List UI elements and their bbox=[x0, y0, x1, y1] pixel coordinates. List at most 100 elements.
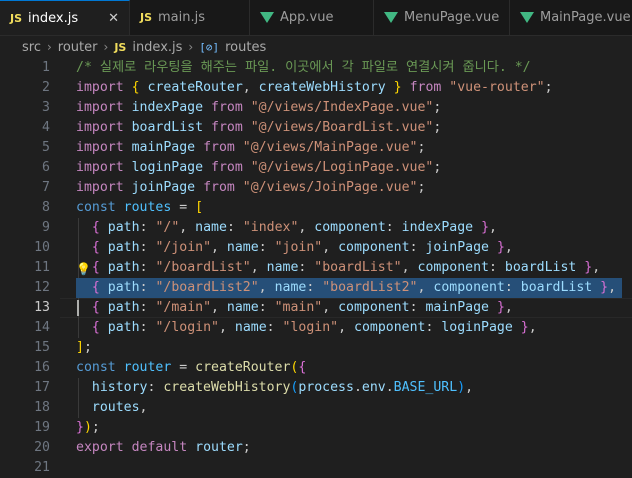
code-token: indexPage bbox=[131, 100, 204, 115]
code-editor[interactable]: 1 /* 실제로 라우팅을 해주는 파일. 이곳에서 각 파일로 연결시켜 줍니다… bbox=[0, 58, 632, 475]
code-token: component bbox=[314, 220, 386, 235]
code-token: . bbox=[385, 380, 394, 395]
code-token: , bbox=[489, 220, 497, 235]
code-token: component bbox=[417, 260, 489, 275]
lightbulb-icon[interactable]: 💡 bbox=[76, 259, 91, 279]
code-line[interactable]: 1 /* 실제로 라우팅을 해주는 파일. 이곳에서 각 파일로 연결시켜 줍니다… bbox=[0, 58, 632, 78]
code-line[interactable]: 10 { path: "/join", name: "join", compon… bbox=[0, 238, 632, 258]
code-token: { bbox=[91, 220, 100, 235]
code-text: ]; bbox=[76, 338, 92, 358]
close-icon[interactable]: ✕ bbox=[108, 11, 119, 26]
tab-main-js[interactable]: JS main.js bbox=[130, 0, 250, 35]
code-token: path bbox=[107, 300, 140, 315]
code-token: ; bbox=[242, 440, 251, 455]
javascript-file-icon: JS bbox=[10, 11, 23, 25]
code-line[interactable]: 14 { path: "/login", name: "login", comp… bbox=[0, 318, 632, 338]
code-line[interactable]: 6 import loginPage from "@/views/LoginPag… bbox=[0, 158, 632, 178]
code-text: { path: "/boardList", name: "boardList",… bbox=[76, 258, 600, 278]
code-token: { bbox=[91, 300, 100, 315]
code-token: : bbox=[306, 280, 323, 295]
code-token: router bbox=[195, 440, 243, 455]
tab-mainpage-vue[interactable]: MainPage.vue bbox=[510, 0, 632, 35]
breadcrumb-src[interactable]: src bbox=[22, 40, 41, 55]
code-token: . bbox=[353, 380, 362, 395]
line-number: 6 bbox=[42, 160, 50, 175]
code-token: , bbox=[211, 300, 227, 315]
code-line[interactable]: 19}); bbox=[0, 418, 632, 438]
code-line[interactable]: 15]; bbox=[0, 338, 632, 358]
breadcrumb-file[interactable]: index.js bbox=[132, 40, 182, 55]
code-token: , bbox=[322, 300, 339, 315]
code-token: } bbox=[76, 420, 84, 435]
code-token: component bbox=[338, 240, 410, 255]
code-token: ; bbox=[417, 180, 426, 195]
code-line[interactable]: 4 import boardList from "@/views/BoardLis… bbox=[0, 118, 632, 138]
code-token: routes bbox=[123, 200, 172, 215]
code-token: import bbox=[76, 180, 124, 195]
code-line[interactable]: 16 const router = createRouter({ bbox=[0, 358, 632, 378]
code-token: component bbox=[338, 300, 410, 315]
code-token: path bbox=[107, 280, 140, 295]
code-token: BASE_URL bbox=[393, 380, 458, 395]
tab-menupage-vue[interactable]: MenuPage.vue bbox=[374, 0, 510, 35]
code-token: : bbox=[385, 220, 402, 235]
code-token: : bbox=[409, 240, 426, 255]
breadcrumb: src › router › JS index.js › [⊘] routes bbox=[0, 36, 632, 58]
code-token: , bbox=[417, 280, 434, 295]
code-token: : bbox=[139, 260, 156, 275]
code-token: joinPage bbox=[131, 180, 196, 195]
code-token: boardList bbox=[520, 280, 593, 295]
code-line[interactable]: 2 import { createRouter, createWebHistory… bbox=[0, 78, 632, 98]
code-text: import indexPage from "@/views/IndexPage… bbox=[76, 98, 441, 118]
code-token: "/boardList2" bbox=[155, 280, 259, 295]
code-token: from bbox=[203, 180, 235, 195]
code-line[interactable]: 5 import mainPage from "@/views/MainPage.… bbox=[0, 138, 632, 158]
code-line[interactable]: 11 { path: "/boardList", name: "boardLis… bbox=[0, 258, 632, 278]
code-token: : bbox=[258, 240, 275, 255]
code-token: : bbox=[258, 300, 275, 315]
code-token: "/join" bbox=[155, 240, 212, 255]
code-line[interactable]: 20 export default router; bbox=[0, 438, 632, 458]
tab-app-vue[interactable]: App.vue bbox=[250, 0, 374, 35]
tab-label: main.js bbox=[158, 10, 206, 25]
code-token: history bbox=[91, 380, 148, 395]
code-token: "boardList" bbox=[314, 260, 402, 275]
code-token: ; bbox=[417, 140, 426, 155]
code-token: = bbox=[171, 360, 196, 375]
code-token: , bbox=[298, 220, 315, 235]
code-token: "/main" bbox=[155, 300, 212, 315]
code-line[interactable]: 18 routes, bbox=[0, 398, 632, 418]
code-line[interactable]: 17 history: createWebHistory(process.env… bbox=[0, 378, 632, 398]
code-token: routes bbox=[91, 400, 140, 415]
code-token: : bbox=[504, 280, 521, 295]
code-text: { path: "/boardList2", name: "boardList2… bbox=[76, 278, 623, 298]
code-text: /* 실제로 라우팅을 해주는 파일. 이곳에서 각 파일로 연결시켜 줍니다.… bbox=[76, 58, 531, 78]
tab-index-js[interactable]: JS index.js ✕ bbox=[0, 0, 130, 35]
code-line[interactable]: 8 const routes = [ bbox=[0, 198, 632, 218]
line-number: 13 bbox=[34, 300, 50, 315]
code-text: { path: "/join", name: "join", component… bbox=[76, 238, 513, 258]
line-number: 10 bbox=[34, 240, 50, 255]
code-line[interactable]: 9 { path: "/", name: "index", component:… bbox=[0, 218, 632, 238]
code-line[interactable]: 21 bbox=[0, 458, 632, 478]
variable-symbol-icon: [⊘] bbox=[199, 40, 220, 54]
code-line[interactable]: 7 import joinPage from "@/views/JoinPage.… bbox=[0, 178, 632, 198]
code-line[interactable]: 3 import indexPage from "@/views/IndexPag… bbox=[0, 98, 632, 118]
code-line[interactable]: 13 { path: "/main", name: "main", compon… bbox=[0, 298, 632, 318]
code-token: component bbox=[433, 280, 505, 295]
code-token: "@/views/MainPage.vue" bbox=[242, 140, 418, 155]
breadcrumb-symbol[interactable]: routes bbox=[225, 40, 266, 55]
code-line[interactable]: 12 { path: "/boardList2", name: "boardLi… bbox=[0, 278, 632, 298]
breadcrumb-router[interactable]: router bbox=[58, 40, 98, 55]
